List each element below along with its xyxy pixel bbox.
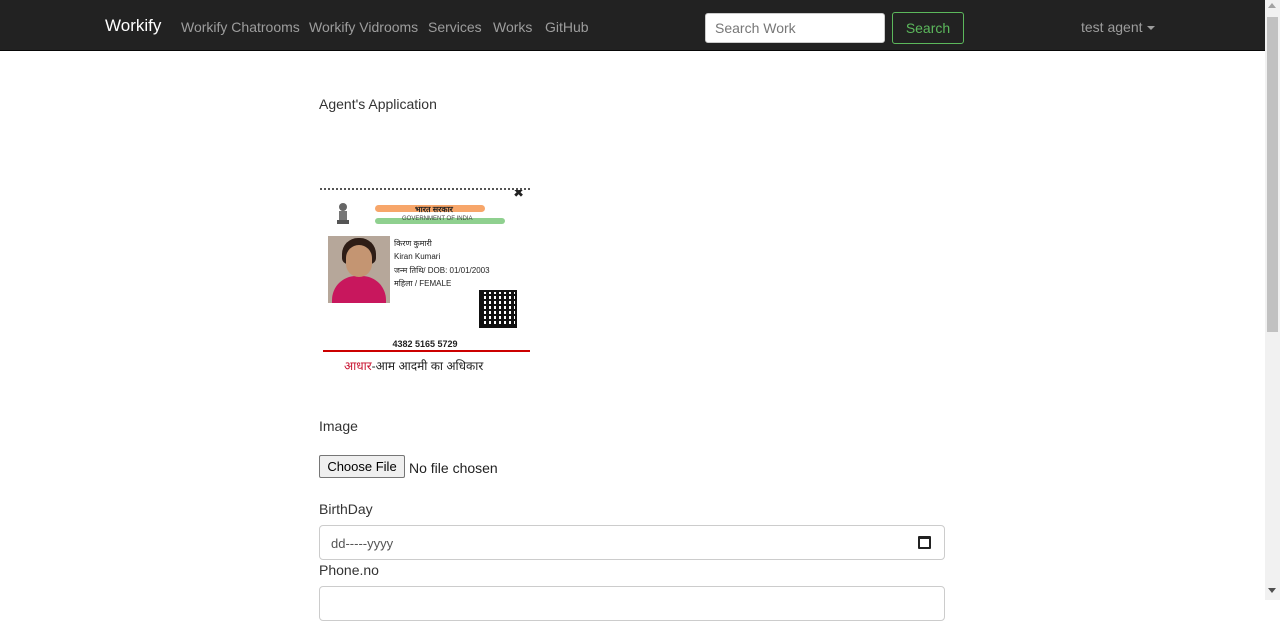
card-gender: महिला / FEMALE	[394, 279, 452, 288]
scrollbar-thumb[interactable]	[1267, 17, 1278, 332]
birthday-date-input[interactable]: dd-----yyyy	[319, 525, 945, 560]
nav-link-services[interactable]: Services	[428, 19, 482, 35]
scroll-up-arrow-icon[interactable]	[1268, 3, 1276, 8]
caret-down-icon	[1146, 26, 1155, 31]
card-footer-tagline: -आम आदमी का अधिकार	[371, 359, 484, 373]
id-card-image: ✖ भारत सरकार GOVERNMENT OF INDIA किरण कु…	[320, 188, 530, 376]
user-name: test agent	[1081, 19, 1143, 35]
choose-file-button[interactable]: Choose File	[319, 455, 405, 478]
card-footer: आधार-आम आदमी का अधिकार	[344, 357, 483, 374]
brand-link[interactable]: Workify	[105, 16, 161, 36]
no-file-text: No file chosen	[409, 460, 498, 476]
search-button[interactable]: Search	[892, 12, 964, 44]
card-header-english: GOVERNMENT OF INDIA	[402, 216, 473, 222]
card-name: Kiran Kumari	[394, 252, 441, 261]
scrollbar[interactable]	[1265, 0, 1280, 600]
card-name-hindi: किरण कुमारी	[394, 239, 432, 248]
card-footer-aadhaar: आधार	[344, 359, 372, 373]
card-divider	[323, 350, 530, 352]
qr-code-icon	[479, 290, 517, 328]
nav-link-chatrooms[interactable]: Workify Chatrooms	[181, 19, 300, 35]
page-title: Agent's Application	[319, 96, 437, 112]
card-header-hindi: भारत सरकार	[415, 205, 453, 214]
nav-link-github[interactable]: GitHub	[545, 19, 589, 35]
phone-label: Phone.no	[319, 562, 379, 578]
image-label: Image	[319, 418, 358, 434]
card-dob: जन्म तिथि/ DOB: 01/01/2003	[394, 266, 490, 275]
birthday-label: BirthDay	[319, 501, 373, 517]
navbar: Workify Workify Chatrooms Workify Vidroo…	[0, 0, 1265, 51]
card-number: 4382 5165 5729	[392, 339, 458, 349]
emblem-icon	[337, 203, 349, 224]
person-photo	[328, 236, 390, 303]
phone-input[interactable]	[319, 586, 945, 621]
birthday-placeholder: dd-----yyyy	[331, 536, 394, 551]
nav-link-vidrooms[interactable]: Workify Vidrooms	[309, 19, 418, 35]
user-menu[interactable]: test agent	[1081, 19, 1155, 35]
calendar-icon[interactable]	[918, 536, 931, 549]
search-input[interactable]	[705, 13, 885, 43]
scroll-down-arrow-icon[interactable]	[1268, 588, 1276, 593]
close-icon: ✖	[513, 188, 524, 200]
nav-link-works[interactable]: Works	[493, 19, 532, 35]
